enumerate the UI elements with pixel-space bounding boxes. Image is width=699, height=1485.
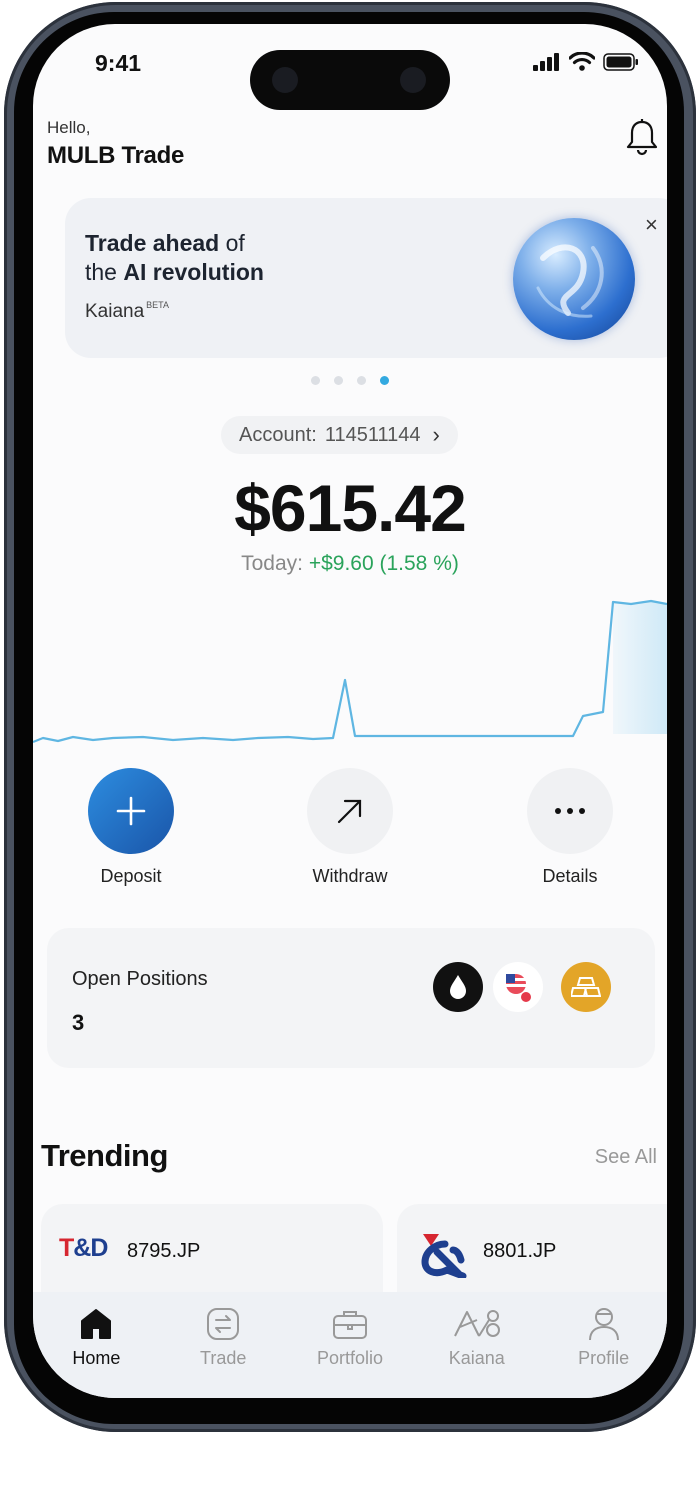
details-button[interactable]: Details [510, 768, 630, 887]
nav-profile[interactable]: Profile [540, 1306, 667, 1398]
open-positions-count: 3 [72, 1010, 85, 1035]
status-icons [533, 52, 639, 71]
promo-brand: Kaiana BETA [85, 300, 170, 322]
nav-kaiana-label: Kaiana [448, 1348, 505, 1368]
carousel-dot-active[interactable] [380, 376, 389, 385]
bottom-navigation: Home Trade Portfolio Kaiana Profile [33, 1292, 667, 1398]
trade-icon [160, 1306, 287, 1342]
promo-banner[interactable]: Trade ahead of the AI revolution Kaiana B… [65, 198, 667, 358]
nav-portfolio[interactable]: Portfolio [287, 1306, 414, 1398]
us-flag-icon [493, 962, 543, 1012]
front-camera [400, 67, 426, 93]
ai-orb-image [513, 218, 635, 340]
see-all-link[interactable]: See All [595, 1146, 657, 1169]
portfolio-icon [287, 1306, 414, 1342]
nav-trade[interactable]: Trade [160, 1306, 287, 1398]
withdraw-button[interactable]: Withdraw [290, 768, 410, 887]
signal-icon [533, 52, 559, 71]
notifications-button[interactable] [625, 118, 659, 161]
deposit-label: Deposit [100, 866, 162, 886]
carousel-dots [311, 376, 389, 385]
nav-home-label: Home [72, 1348, 121, 1368]
beta-badge: BETA [146, 300, 170, 310]
trending-ticker: 8801.JP [483, 1240, 557, 1262]
wifi-icon [569, 52, 595, 71]
open-positions-card[interactable]: Open Positions 3 [47, 928, 655, 1068]
balance-sparkline [33, 599, 667, 744]
chevron-right-icon: › [432, 422, 440, 447]
carousel-dot[interactable] [357, 376, 366, 385]
today-label: Today: [241, 552, 303, 575]
account-selector[interactable]: Account: 114511144 › [221, 416, 458, 454]
app-screen: 9:41 Hello, MULB Trade Trade ahead of th… [33, 24, 667, 1398]
greeting-label: Hello, [47, 118, 91, 137]
promo-headline-line1: Trade ahead of [85, 230, 245, 256]
account-name: MULB Trade [47, 142, 185, 169]
trending-title: Trending [41, 1138, 168, 1173]
dynamic-island [250, 50, 450, 110]
td-logo: T&D [59, 1234, 108, 1262]
carousel-dot[interactable] [334, 376, 343, 385]
promo-headline-line2: the AI revolution [85, 259, 264, 285]
front-sensor [272, 67, 298, 93]
withdraw-label: Withdraw [312, 866, 388, 886]
nav-profile-label: Profile [578, 1348, 630, 1368]
mitsui-fudosan-logo [421, 1234, 467, 1278]
close-icon[interactable]: × [645, 214, 658, 236]
battery-icon [603, 52, 638, 71]
plus-icon [88, 768, 174, 854]
balance-amount: $615.42 [234, 471, 467, 545]
status-time: 9:41 [95, 50, 142, 76]
carousel-dot[interactable] [311, 376, 320, 385]
more-dots-icon [527, 768, 613, 854]
details-label: Details [542, 866, 598, 886]
bell-icon [626, 119, 658, 156]
nav-portfolio-label: Portfolio [316, 1348, 384, 1368]
account-number: 114511144 [324, 423, 421, 446]
today-change-row: Today: +$9.60 (1.58 %) [33, 552, 667, 576]
profile-icon [540, 1306, 667, 1342]
account-label: Account: [239, 423, 317, 446]
oil-drop-icon [433, 962, 483, 1012]
open-positions-title: Open Positions [72, 968, 208, 990]
home-icon [33, 1306, 160, 1342]
today-change-value: +$9.60 (1.58 %) [308, 552, 459, 575]
nav-home[interactable]: Home [33, 1306, 160, 1398]
trending-ticker: 8795.JP [127, 1240, 201, 1262]
kaiana-icon [413, 1306, 540, 1342]
arrow-up-right-icon [307, 768, 393, 854]
nav-kaiana[interactable]: Kaiana [413, 1306, 540, 1398]
gold-bars-icon [561, 962, 611, 1012]
deposit-button[interactable]: Deposit [71, 768, 191, 887]
nav-trade-label: Trade [200, 1348, 247, 1368]
